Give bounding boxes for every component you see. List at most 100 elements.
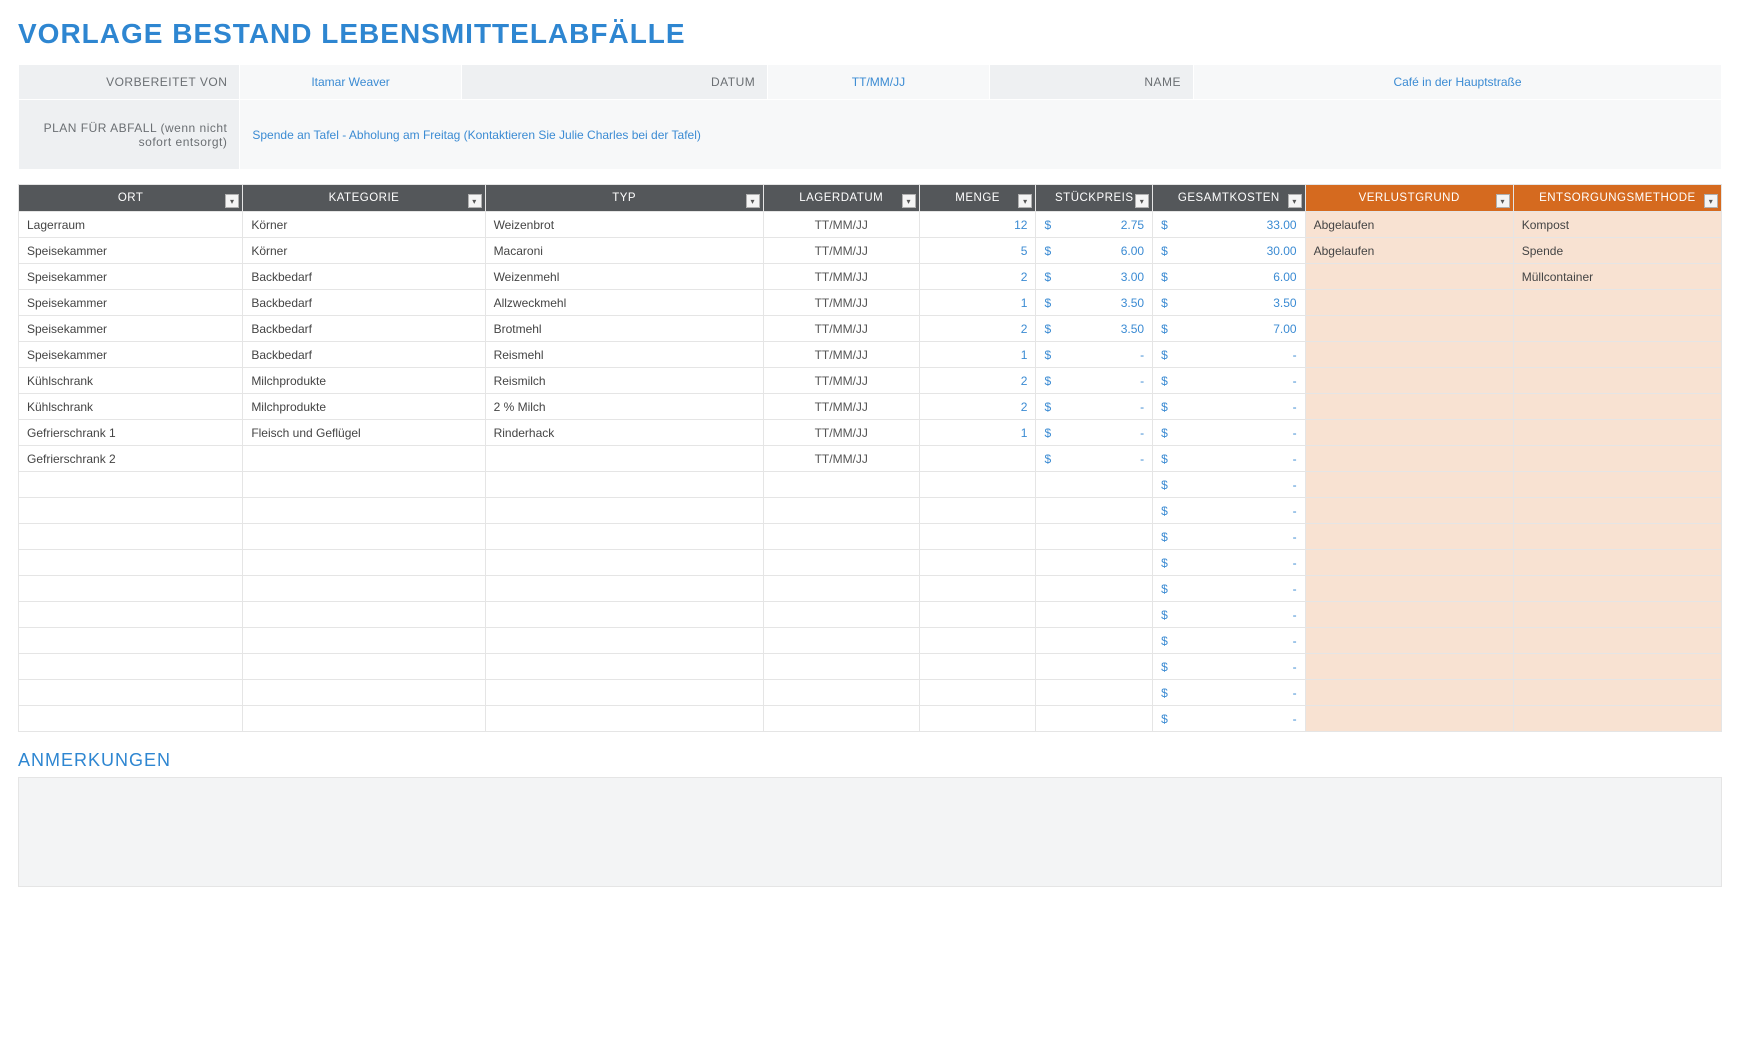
cell-menge[interactable]	[919, 628, 1036, 654]
value-name[interactable]: Café in der Hauptstraße	[1194, 65, 1722, 100]
cell-menge[interactable]	[919, 446, 1036, 472]
cell-money[interactable]: $-	[1153, 368, 1306, 394]
cell-money[interactable]	[1036, 524, 1153, 550]
cell-verlustgrund[interactable]	[1305, 602, 1513, 628]
cell-money[interactable]: $-	[1153, 498, 1306, 524]
cell-ort[interactable]: Kühlschrank	[19, 394, 243, 420]
cell-verlustgrund[interactable]	[1305, 576, 1513, 602]
cell-menge[interactable]	[919, 654, 1036, 680]
cell-lagerdatum[interactable]: TT/MM/JJ	[763, 264, 919, 290]
cell-menge[interactable]	[919, 602, 1036, 628]
cell-menge[interactable]	[919, 576, 1036, 602]
cell-verlustgrund[interactable]	[1305, 498, 1513, 524]
cell-menge[interactable]	[919, 706, 1036, 732]
cell-kategorie[interactable]: Milchprodukte	[243, 368, 485, 394]
cell-money[interactable]	[1036, 576, 1153, 602]
cell-money[interactable]: $-	[1153, 446, 1306, 472]
cell-entsorgung[interactable]	[1513, 342, 1721, 368]
cell-kategorie[interactable]: Fleisch und Geflügel	[243, 420, 485, 446]
cell-menge[interactable]	[919, 524, 1036, 550]
cell-ort[interactable]: Gefrierschrank 1	[19, 420, 243, 446]
cell-money[interactable]: $-	[1153, 576, 1306, 602]
cell-lagerdatum[interactable]	[763, 706, 919, 732]
cell-ort[interactable]	[19, 550, 243, 576]
cell-ort[interactable]: Speisekammer	[19, 290, 243, 316]
cell-kategorie[interactable]: Backbedarf	[243, 264, 485, 290]
cell-verlustgrund[interactable]: Abgelaufen	[1305, 238, 1513, 264]
cell-money[interactable]: $-	[1153, 602, 1306, 628]
cell-lagerdatum[interactable]: TT/MM/JJ	[763, 342, 919, 368]
cell-money[interactable]: $-	[1153, 680, 1306, 706]
cell-typ[interactable]	[485, 498, 763, 524]
cell-typ[interactable]	[485, 628, 763, 654]
cell-typ[interactable]: Weizenbrot	[485, 212, 763, 238]
filter-icon[interactable]	[746, 194, 760, 208]
cell-lagerdatum[interactable]: TT/MM/JJ	[763, 368, 919, 394]
cell-verlustgrund[interactable]	[1305, 368, 1513, 394]
cell-money[interactable]	[1036, 706, 1153, 732]
cell-ort[interactable]	[19, 654, 243, 680]
notes-input[interactable]	[18, 777, 1722, 887]
cell-money[interactable]	[1036, 472, 1153, 498]
cell-entsorgung[interactable]	[1513, 576, 1721, 602]
cell-ort[interactable]: Speisekammer	[19, 316, 243, 342]
cell-lagerdatum[interactable]	[763, 654, 919, 680]
cell-money[interactable]	[1036, 628, 1153, 654]
cell-entsorgung[interactable]	[1513, 498, 1721, 524]
cell-verlustgrund[interactable]	[1305, 654, 1513, 680]
cell-money[interactable]: $2.75	[1036, 212, 1153, 238]
cell-kategorie[interactable]	[243, 654, 485, 680]
filter-icon[interactable]	[1496, 194, 1510, 208]
cell-money[interactable]: $7.00	[1153, 316, 1306, 342]
cell-kategorie[interactable]	[243, 550, 485, 576]
cell-ort[interactable]: Gefrierschrank 2	[19, 446, 243, 472]
cell-verlustgrund[interactable]	[1305, 706, 1513, 732]
cell-menge[interactable]: 2	[919, 316, 1036, 342]
cell-menge[interactable]	[919, 550, 1036, 576]
filter-icon[interactable]	[1704, 194, 1718, 208]
cell-lagerdatum[interactable]: TT/MM/JJ	[763, 420, 919, 446]
cell-typ[interactable]: Weizenmehl	[485, 264, 763, 290]
cell-kategorie[interactable]: Milchprodukte	[243, 394, 485, 420]
cell-menge[interactable]: 1	[919, 420, 1036, 446]
cell-menge[interactable]: 2	[919, 368, 1036, 394]
cell-kategorie[interactable]	[243, 576, 485, 602]
cell-typ[interactable]	[485, 576, 763, 602]
cell-verlustgrund[interactable]	[1305, 472, 1513, 498]
cell-entsorgung[interactable]	[1513, 628, 1721, 654]
value-date[interactable]: TT/MM/JJ	[768, 65, 989, 100]
cell-entsorgung[interactable]: Müllcontainer	[1513, 264, 1721, 290]
cell-typ[interactable]: Brotmehl	[485, 316, 763, 342]
cell-entsorgung[interactable]	[1513, 706, 1721, 732]
cell-kategorie[interactable]: Backbedarf	[243, 316, 485, 342]
cell-lagerdatum[interactable]	[763, 498, 919, 524]
filter-icon[interactable]	[468, 194, 482, 208]
cell-money[interactable]: $6.00	[1153, 264, 1306, 290]
cell-typ[interactable]: Macaroni	[485, 238, 763, 264]
cell-ort[interactable]	[19, 628, 243, 654]
cell-money[interactable]: $33.00	[1153, 212, 1306, 238]
value-prepared-by[interactable]: Itamar Weaver	[240, 65, 461, 100]
filter-icon[interactable]	[1018, 194, 1032, 208]
cell-kategorie[interactable]	[243, 628, 485, 654]
cell-money[interactable]: $3.50	[1036, 290, 1153, 316]
cell-ort[interactable]	[19, 498, 243, 524]
cell-menge[interactable]: 12	[919, 212, 1036, 238]
cell-typ[interactable]	[485, 524, 763, 550]
cell-money[interactable]	[1036, 680, 1153, 706]
cell-entsorgung[interactable]	[1513, 680, 1721, 706]
cell-lagerdatum[interactable]	[763, 576, 919, 602]
cell-money[interactable]	[1036, 602, 1153, 628]
cell-money[interactable]: $-	[1153, 524, 1306, 550]
cell-verlustgrund[interactable]	[1305, 628, 1513, 654]
cell-entsorgung[interactable]	[1513, 420, 1721, 446]
cell-money[interactable]: $-	[1036, 394, 1153, 420]
cell-lagerdatum[interactable]: TT/MM/JJ	[763, 212, 919, 238]
cell-typ[interactable]	[485, 680, 763, 706]
value-plan[interactable]: Spende an Tafel - Abholung am Freitag (K…	[240, 100, 1722, 170]
cell-kategorie[interactable]	[243, 680, 485, 706]
cell-ort[interactable]	[19, 576, 243, 602]
cell-lagerdatum[interactable]	[763, 680, 919, 706]
cell-money[interactable]: $-	[1153, 342, 1306, 368]
cell-lagerdatum[interactable]: TT/MM/JJ	[763, 316, 919, 342]
